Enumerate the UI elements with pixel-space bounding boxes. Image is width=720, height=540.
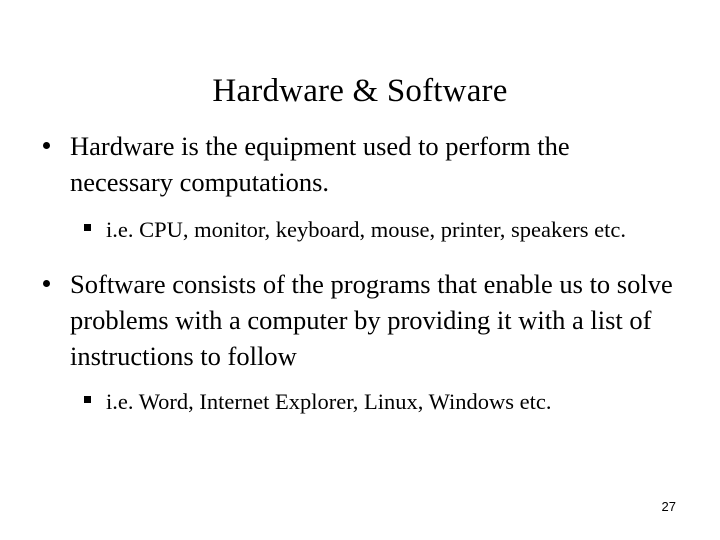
presentation-slide: Hardware & Software Hardware is the equi…	[0, 0, 720, 540]
slide-title: Hardware & Software	[212, 73, 508, 110]
sub-bullet-item-hardware-examples: i.e. CPU, monitor, keyboard, mouse, prin…	[0, 214, 720, 246]
sub-bullet-text: i.e. CPU, monitor, keyboard, mouse, prin…	[106, 217, 626, 242]
bullet-item-software: Software consists of the programs that e…	[0, 266, 720, 374]
bullet-dot-icon	[43, 266, 50, 302]
slide-body: Hardware is the equipment used to perfor…	[0, 128, 720, 418]
bullet-square-icon	[84, 386, 91, 418]
sub-bullet-text: i.e. Word, Internet Explorer, Linux, Win…	[106, 389, 552, 414]
bullet-text: Software consists of the programs that e…	[70, 269, 673, 371]
bullet-dot-icon	[43, 128, 50, 164]
page-number: 27	[661, 499, 676, 514]
bullet-text: Hardware is the equipment used to perfor…	[70, 131, 570, 197]
sub-bullet-item-software-examples: i.e. Word, Internet Explorer, Linux, Win…	[0, 386, 720, 418]
bullet-item-hardware: Hardware is the equipment used to perfor…	[0, 128, 720, 200]
bullet-square-icon	[84, 214, 91, 246]
